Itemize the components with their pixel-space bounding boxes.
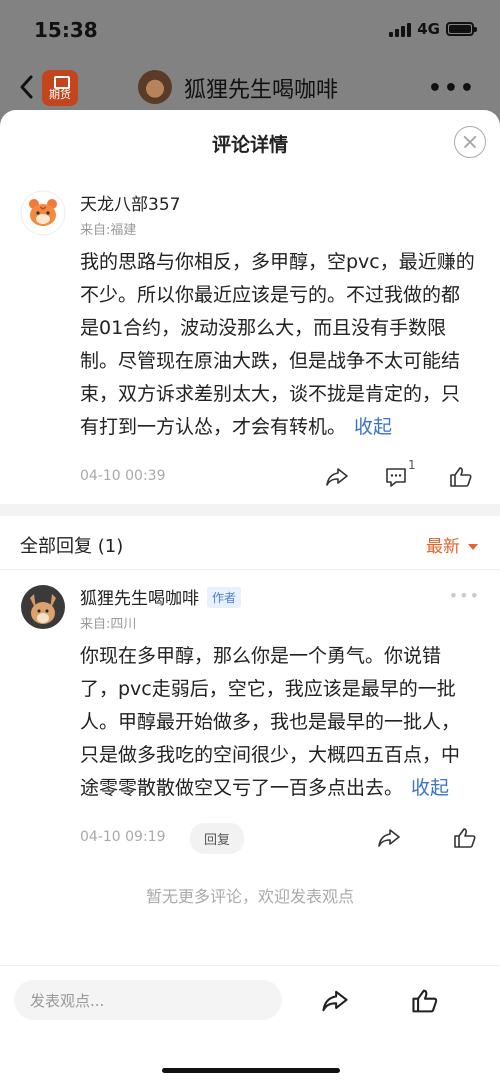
home-indicator [162,1068,340,1073]
comment-input[interactable]: 发表观点... [14,980,282,1020]
reply-time: 04-10 09:19 [80,829,166,845]
reply-share-icon[interactable] [376,825,402,851]
sort-dropdown[interactable]: 最新 [426,532,478,557]
main-comment: 天龙八部357 来自:福建 我的思路与你相反，多甲醇，空pvc，最近赚的不少。所… [0,174,500,498]
section-separator [0,504,500,516]
comment-detail-sheet: 评论详情 天龙八部357 来自:福建 我的思路与你相反，多甲醇，空pvc，最近赚… [0,110,500,1083]
author-badge: 作者 [207,587,242,608]
comment-meta: 04-10 00:39 1 [80,458,478,498]
status-icons: 4G [389,20,477,38]
tiger-avatar[interactable] [20,190,66,236]
like-icon[interactable] [448,464,474,490]
status-bar: 15:38 4G [0,0,500,60]
network-label: 4G [417,20,440,38]
reply-text-content: 你现在多甲醇，那么你是一个勇气。你说错了，pvc走弱后，空它，我应该是最早的一批… [80,645,461,799]
reply-meta: 04-10 09:19 回复 [80,819,478,859]
reply-like-icon[interactable] [452,825,478,851]
collapse-link[interactable]: 收起 [354,416,392,438]
comment-username[interactable]: 天龙八部357 [80,190,478,215]
reply-button[interactable]: 回复 [190,823,245,854]
reply-item: ••• 狐狸先生喝咖啡 作者 来自:四川 你现在多甲醇，那么你是一个勇气。你说错了… [0,570,500,859]
sheet-header: 评论详情 [0,110,500,174]
app-badge[interactable]: 期货 [42,70,78,106]
replies-header: 全部回复 (1) 最新 [0,516,500,570]
no-more-text: 暂无更多评论，欢迎发表观点 [145,887,354,906]
back-arrow-icon[interactable] [16,72,38,102]
comment-location: 来自:福建 [80,223,137,238]
comment-text: 我的思路与你相反，多甲醇，空pvc，最近赚的不少。所以你最近应该是亏的。不过我做… [80,246,478,444]
battery-icon [446,22,477,36]
reply-username[interactable]: 狐狸先生喝咖啡 [80,589,199,609]
comment-time: 04-10 00:39 [80,468,166,484]
nav-title: 狐狸先生喝咖啡 [184,78,339,103]
share-icon[interactable] [324,464,350,490]
sheet-title: 评论详情 [211,134,288,156]
reply-count: 1 [408,458,416,472]
bottom-share-icon[interactable] [320,986,350,1016]
status-time: 15:38 [34,18,98,42]
reply-more-icon[interactable]: ••• [449,586,480,605]
close-icon[interactable] [454,126,486,158]
reply-collapse-link[interactable]: 收起 [411,777,449,799]
nav-avatar[interactable] [138,70,172,104]
bottom-like-icon[interactable] [410,986,440,1016]
bottom-bar: 发表观点... [0,965,500,1083]
reply-username-row: 狐狸先生喝咖啡 作者 [80,584,478,609]
reply-text: 你现在多甲醇，那么你是一个勇气。你说错了，pvc走弱后，空它，我应该是最早的一批… [80,640,478,805]
comment-icon[interactable] [384,464,410,490]
reply-location: 来自:四川 [80,617,137,632]
replies-title: 全部回复 (1) [20,536,124,557]
more-icon[interactable]: ••• [428,76,476,101]
signal-icon [389,21,412,37]
fox-avatar[interactable] [20,584,66,630]
comment-text-content: 我的思路与你相反，多甲醇，空pvc，最近赚的不少。所以你最近应该是亏的。不过我做… [80,251,475,438]
